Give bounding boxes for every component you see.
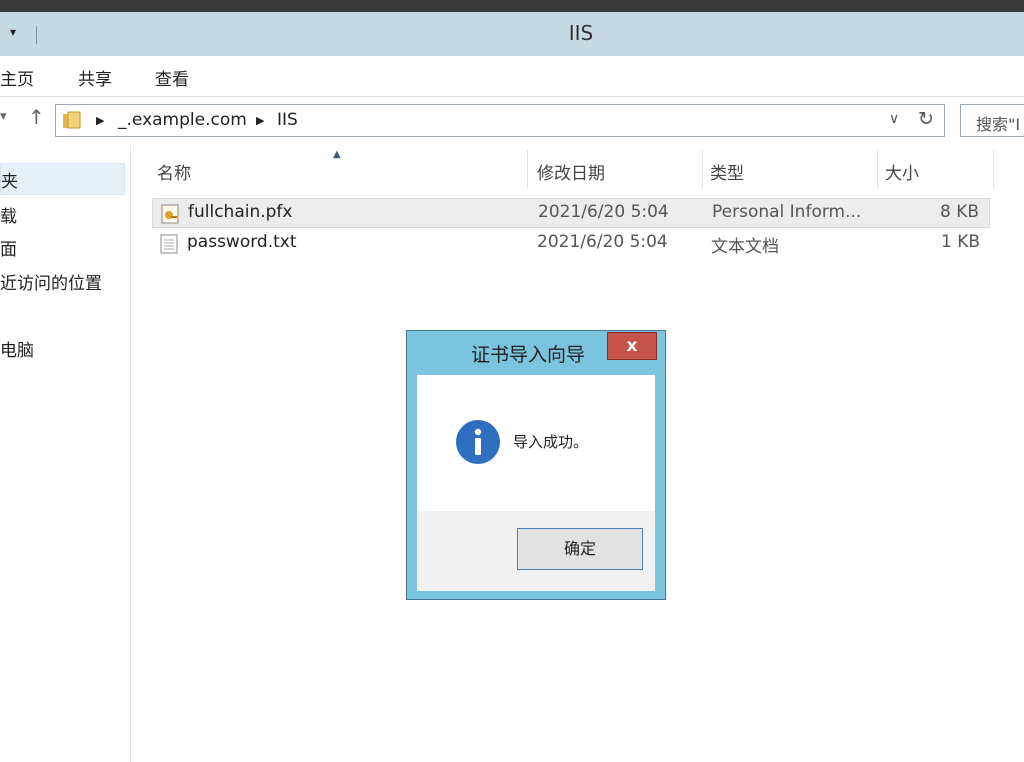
menu-view[interactable]: 查看 — [155, 65, 189, 90]
breadcrumb-arrow-icon[interactable]: ▶ — [256, 114, 264, 127]
certificate-import-dialog: 证书导入向导 x 导入成功。 确定 — [406, 330, 666, 600]
file-name: password.txt — [187, 232, 297, 252]
history-dropdown-icon[interactable]: ▾ — [0, 109, 7, 124]
dialog-message: 导入成功。 — [513, 433, 589, 451]
file-type: 文本文档 — [711, 237, 779, 257]
breadcrumb-domain[interactable]: _.example.com — [118, 110, 247, 130]
sidebar-item-label: 面 — [0, 240, 17, 260]
dialog-footer: 确定 — [417, 511, 655, 591]
search-input[interactable]: 搜索"I — [960, 104, 1024, 137]
sidebar-item-desktop[interactable]: 面 — [0, 235, 17, 260]
sidebar-item-label: 夹 — [1, 172, 18, 192]
breadcrumb-arrow-icon[interactable]: ▶ — [96, 114, 104, 127]
file-date: 2021/6/20 5:04 — [537, 232, 668, 252]
file-row[interactable]: fullchain.pfx 2021/6/20 5:04 Personal In… — [152, 198, 990, 228]
certificate-file-icon — [161, 204, 179, 224]
sidebar-item-recent-places[interactable]: 近访问的位置 — [0, 269, 102, 294]
menu-home[interactable]: 主页 — [0, 65, 34, 90]
close-button[interactable]: x — [607, 332, 657, 360]
file-row[interactable]: password.txt 2021/6/20 5:04 文本文档 1 KB — [152, 229, 990, 259]
window-title: IIS — [568, 21, 594, 45]
sidebar-item-favorites[interactable]: 夹 — [0, 163, 125, 195]
sidebar-item-this-pc[interactable]: 电脑 — [0, 336, 34, 361]
file-size: 8 KB — [939, 202, 979, 222]
navigation-pane: 夹 载 面 近访问的位置 电脑 — [0, 145, 131, 762]
column-header-size[interactable]: 大小 — [879, 150, 994, 188]
ribbon-menu: 主页 共享 查看 — [0, 56, 1024, 97]
info-icon — [456, 420, 500, 464]
column-header-type[interactable]: 类型 — [704, 150, 878, 188]
dialog-title: 证书导入向导 — [471, 344, 586, 366]
refresh-icon[interactable]: ↻ — [918, 108, 934, 130]
file-name: fullchain.pfx — [188, 202, 293, 222]
file-type: Personal Inform... — [712, 202, 862, 222]
window-titlebar: ▾ IIS — [0, 12, 1024, 56]
text-file-icon — [160, 234, 178, 254]
sidebar-item-label: 载 — [0, 207, 17, 227]
sidebar-item-downloads[interactable]: 载 — [0, 202, 17, 227]
search-placeholder: 搜索"I — [976, 115, 1021, 134]
file-date: 2021/6/20 5:04 — [538, 202, 669, 222]
column-header-name[interactable]: 名称 — [151, 150, 528, 188]
folder-icon — [63, 111, 81, 129]
column-header-date[interactable]: 修改日期 — [531, 150, 703, 188]
dialog-body: 导入成功。 — [417, 375, 655, 511]
chevron-down-icon[interactable]: ∨ — [889, 111, 899, 127]
sidebar-item-label: 近访问的位置 — [0, 274, 102, 294]
address-bar[interactable]: ▶ _.example.com ▶ IIS ∨ ↻ — [55, 104, 945, 137]
ok-button[interactable]: 确定 — [517, 528, 643, 570]
screen-top-edge — [0, 0, 1024, 12]
sidebar-item-label: 电脑 — [0, 341, 34, 361]
menu-share[interactable]: 共享 — [78, 65, 112, 90]
breadcrumb-iis[interactable]: IIS — [277, 110, 298, 130]
navigation-bar: ▾ ↑ ▶ _.example.com ▶ IIS ∨ ↻ 搜索"I — [0, 97, 1024, 145]
up-arrow-icon[interactable]: ↑ — [28, 105, 45, 129]
file-size: 1 KB — [940, 232, 980, 252]
